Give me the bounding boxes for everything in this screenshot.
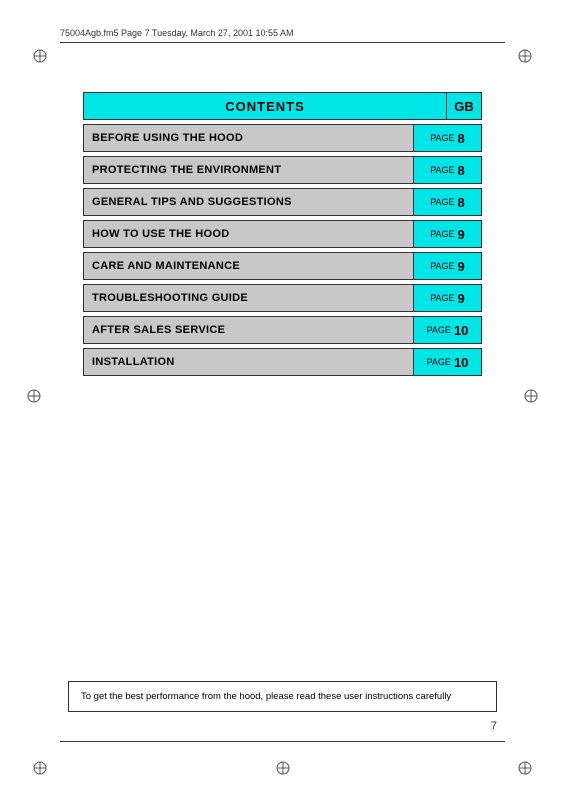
toc-page-cell: PAGE 9 [413,221,481,247]
toc-page-cell: PAGE10 [413,349,481,375]
header-filename: 75004Agb.fm5 Page 7 Tuesday, March 27, 2… [60,28,294,38]
page-word: PAGE [430,229,454,239]
toc-row: PROTECTING THE ENVIRONMENT PAGE 8 [83,156,482,184]
toc-label: INSTALLATION [84,356,413,368]
page-num: 8 [458,163,465,178]
footer-line [60,741,505,742]
page-word: PAGE [430,165,454,175]
page-num: 9 [458,291,465,306]
page-num: 9 [458,227,465,242]
toc-row: TROUBLESHOOTING GUIDE PAGE 9 [83,284,482,312]
toc-label: CARE AND MAINTENANCE [84,260,413,272]
contents-title-cell: CONTENTS [83,92,446,120]
toc-row: BEFORE USING THE HOOD PAGE 8 [83,124,482,152]
toc-row: CARE AND MAINTENANCE PAGE 9 [83,252,482,280]
toc-page-cell: PAGE 8 [413,125,481,151]
toc-label: HOW TO USE THE HOOD [84,228,413,240]
contents-header-row: CONTENTS GB [83,92,482,120]
crosshair-mid-left [26,388,42,404]
page-word: PAGE [427,325,451,335]
toc-page-cell: PAGE 8 [413,157,481,183]
toc-page-cell: PAGE 9 [413,285,481,311]
contents-area: CONTENTS GB BEFORE USING THE HOODPAGE8PR… [83,92,482,380]
header-line [60,42,505,43]
crosshair-bottom-left [32,760,48,776]
crosshair-bottom-center [275,760,291,776]
page-num: 9 [458,259,465,274]
bottom-note-text: To get the best performance from the hoo… [81,691,451,702]
toc-label: GENERAL TIPS AND SUGGESTIONS [84,196,413,208]
toc-row: INSTALLATIONPAGE10 [83,348,482,376]
toc-row: HOW TO USE THE HOOD PAGE 9 [83,220,482,248]
contents-gb-cell: GB [446,92,482,120]
page-word: PAGE [427,357,451,367]
toc-label: BEFORE USING THE HOOD [84,132,413,144]
page-num: 8 [458,131,465,146]
page-number: 7 [491,720,497,732]
toc-label: PROTECTING THE ENVIRONMENT [84,164,413,176]
toc-page-cell: PAGE 9 [413,253,481,279]
toc-row: GENERAL TIPS AND SUGGESTIONS PAGE 8 [83,188,482,216]
header-bar: 75004Agb.fm5 Page 7 Tuesday, March 27, 2… [60,28,505,38]
page-word: PAGE [430,261,454,271]
toc-page-cell: PAGE 8 [413,189,481,215]
page-num: 8 [458,195,465,210]
page-num: 10 [454,355,468,370]
bottom-note: To get the best performance from the hoo… [68,681,497,712]
page-word: PAGE [430,293,454,303]
gb-label: GB [454,99,474,114]
toc-page-cell: PAGE10 [413,317,481,343]
toc-rows-container: BEFORE USING THE HOODPAGE8PROTECTING THE… [83,124,482,376]
toc-label: AFTER SALES SERVICE [84,324,413,336]
crosshair-top-right [517,48,533,64]
toc-label: TROUBLESHOOTING GUIDE [84,292,413,304]
page-num: 10 [454,323,468,338]
page-word: PAGE [430,133,454,143]
crosshair-top-left [32,48,48,64]
crosshair-mid-right [523,388,539,404]
page-word: PAGE [430,197,454,207]
toc-row: AFTER SALES SERVICEPAGE10 [83,316,482,344]
contents-title: CONTENTS [225,99,305,114]
page-container: 75004Agb.fm5 Page 7 Tuesday, March 27, 2… [0,0,565,800]
crosshair-bottom-right [517,760,533,776]
